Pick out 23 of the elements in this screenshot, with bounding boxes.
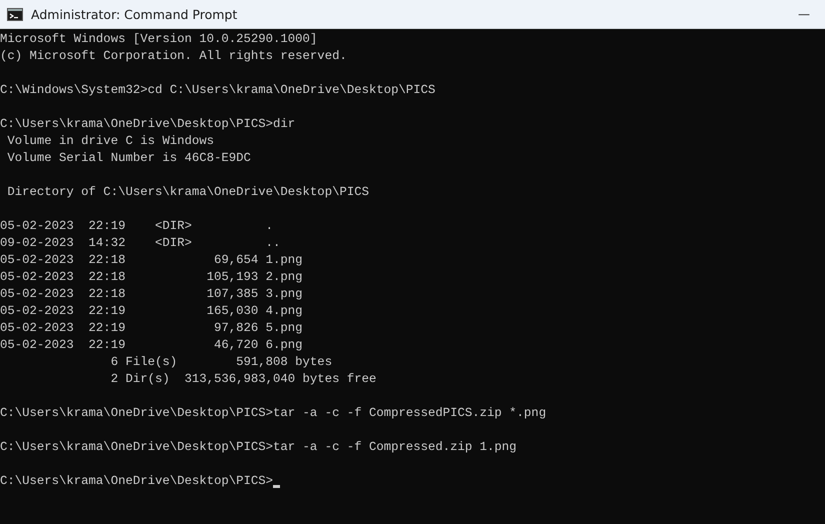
minimize-button[interactable]: — [783,0,825,28]
console-line: C:\Windows\System32>cd C:\Users\krama\OneDrive\Desktop\PICS [0,82,436,99]
console-line: 09-02-2023 14:32 <DIR> .. [0,235,280,252]
console-line: Volume in drive C is Windows [6,133,214,150]
console-line: 05-02-2023 22:19 165,030 4.png [0,303,303,320]
console-line: 05-02-2023 22:19 <DIR> . [0,218,274,235]
console-line: 05-02-2023 22:19 97,826 5.png [0,320,303,337]
console-line: C:\Users\krama\OneDrive\Desktop\PICS> [0,473,274,490]
console-line: C:\Users\krama\OneDrive\Desktop\PICS>tar -a -c -f CompressedPICS.zip *.png [0,405,546,422]
window-title: Administrator: Command Prompt [31,6,238,22]
console-line: Directory of C:\Users\krama\OneDrive\Desktop\PICS [6,184,369,201]
console-line: (c) Microsoft Corporation. All rights reserved. [0,48,347,65]
console-line: Microsoft Windows [Version 10.0.25290.1000] [0,31,318,48]
console-line: 05-02-2023 22:18 105,193 2.png [0,269,303,286]
console-line: 05-02-2023 22:18 69,654 1.png [0,252,303,269]
console-line: Volume Serial Number is 46C8-E9DC [6,150,251,167]
console-line: C:\Users\krama\OneDrive\Desktop\PICS>dir [0,116,296,133]
console-line: 05-02-2023 22:18 107,385 3.png [0,286,303,303]
terminal-icon [7,8,23,20]
console-line: 2 Dir(s) 313,536,983,040 bytes free [110,371,376,388]
console-line: 05-02-2023 22:19 46,720 6.png [0,337,303,354]
console-line: C:\Users\krama\OneDrive\Desktop\PICS>tar -a -c -f Compressed.zip 1.png [0,439,517,456]
console-line: 6 File(s) 591,808 bytes [110,354,332,371]
